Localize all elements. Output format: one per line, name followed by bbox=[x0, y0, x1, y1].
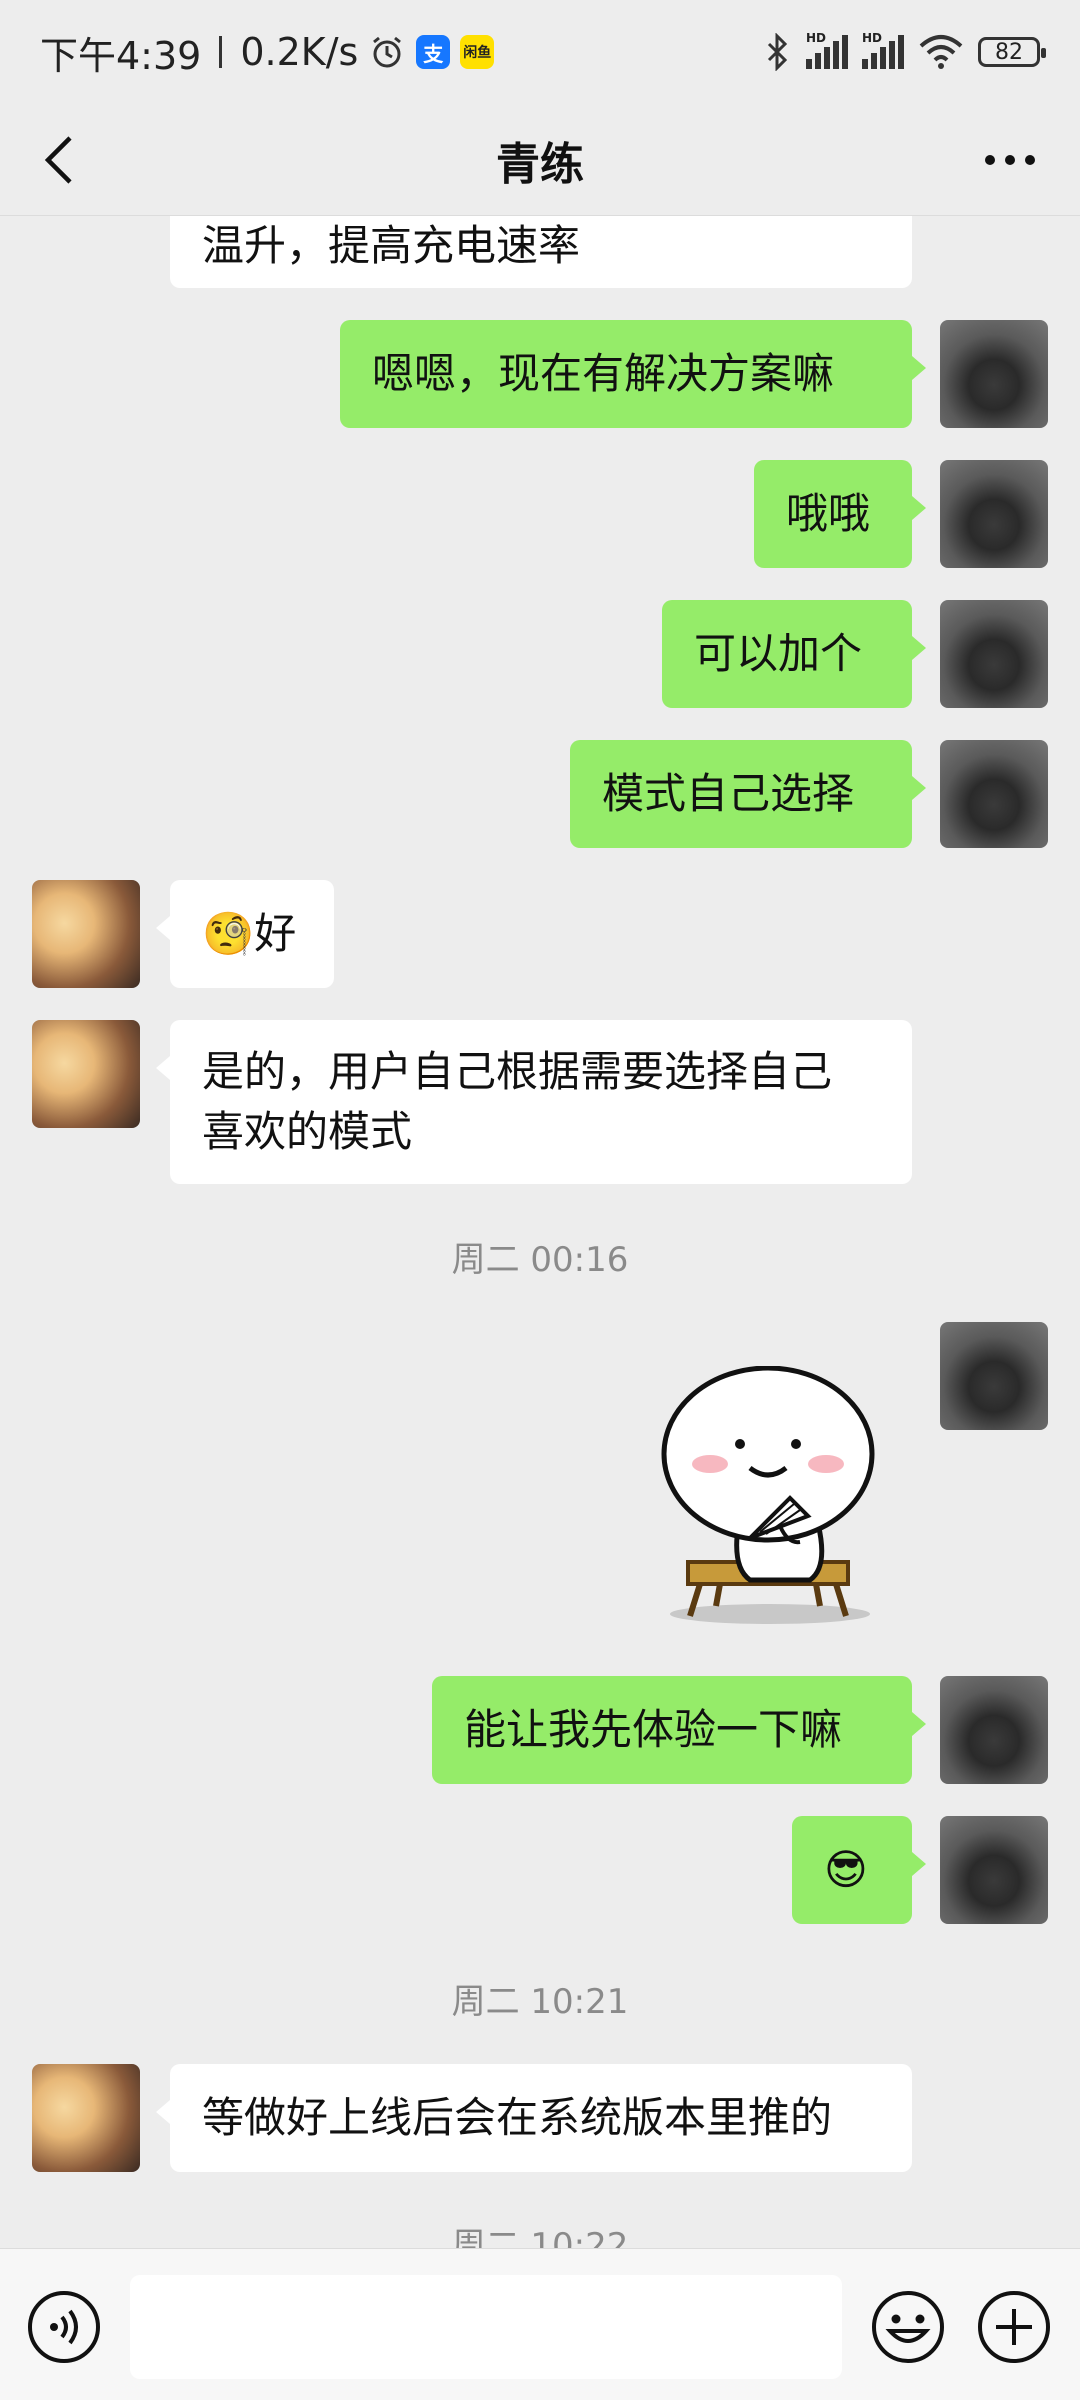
chat-title: 青练 bbox=[496, 138, 584, 190]
message-text: 可以加个 bbox=[694, 629, 863, 678]
message-bubble-sent[interactable]: 哦哦 bbox=[754, 460, 926, 568]
thinking-face-emoji: 🧐 bbox=[202, 909, 255, 958]
message-text: 嗯嗯，现在有解决方案嘛 bbox=[372, 349, 835, 398]
my-avatar[interactable] bbox=[940, 1816, 1048, 1924]
net-speed: 0.2K/s bbox=[240, 30, 359, 74]
alipay-icon: 支 bbox=[416, 35, 451, 69]
my-avatar[interactable] bbox=[940, 460, 1048, 568]
message-text: 温升，提高充电速率 bbox=[202, 221, 581, 270]
message-bubble-sent[interactable]: 能让我先体验一下嘛 bbox=[432, 1676, 926, 1784]
status-bar: 下午4:39 0.2K/s 支 闲鱼 HD HD 82 bbox=[0, 0, 1080, 104]
my-avatar[interactable] bbox=[940, 740, 1048, 848]
message-text: 好 bbox=[254, 909, 297, 958]
message-bubble-sent[interactable]: 模式自己选择 bbox=[570, 740, 926, 848]
plus-button[interactable] bbox=[976, 2289, 1052, 2365]
battery-icon: 82 bbox=[978, 37, 1046, 67]
my-avatar[interactable] bbox=[940, 320, 1048, 428]
signal-icon-sim2: HD bbox=[862, 31, 904, 69]
my-avatar[interactable] bbox=[940, 600, 1048, 708]
message-bubble-received[interactable]: 🧐好 bbox=[156, 880, 334, 988]
message-bubble-received[interactable]: 是的，用户自己根据需要选择自己 喜欢的模式 bbox=[156, 1020, 912, 1184]
hd-label: HD bbox=[862, 31, 883, 45]
more-button[interactable] bbox=[970, 130, 1050, 190]
chat-messages[interactable]: 温升，提高充电速率 嗯嗯，现在有解决方案嘛 哦哦 可以加个 模式自己选择 🧐好 … bbox=[0, 216, 1080, 2248]
message-text: 模式自己选择 bbox=[602, 769, 855, 818]
signal-icon-sim1: HD bbox=[806, 31, 848, 69]
message-text-line: 喜欢的模式 bbox=[202, 1107, 413, 1156]
back-button[interactable] bbox=[30, 130, 90, 190]
message-text: 能让我先体验一下嘛 bbox=[464, 1705, 843, 1754]
message-text: 等做好上线后会在系统版本里推的 bbox=[202, 2093, 833, 2142]
input-bar bbox=[0, 2248, 1080, 2400]
voice-button[interactable] bbox=[26, 2289, 102, 2365]
message-bubble-sent[interactable]: 可以加个 bbox=[662, 600, 926, 708]
message-bubble-received[interactable]: 等做好上线后会在系统版本里推的 bbox=[156, 2064, 912, 2172]
wifi-icon bbox=[919, 35, 963, 69]
emoji-button[interactable] bbox=[870, 2289, 946, 2365]
status-time: 下午4:39 bbox=[40, 33, 202, 78]
message-text: 哦哦 bbox=[786, 489, 871, 538]
status-separator bbox=[219, 36, 223, 68]
hd-label: HD bbox=[806, 31, 827, 45]
contact-avatar[interactable] bbox=[32, 2064, 140, 2172]
message-bubble-sent[interactable]: 嗯嗯，现在有解决方案嘛 bbox=[340, 320, 926, 428]
voice-icon bbox=[28, 2291, 100, 2363]
bluetooth-icon bbox=[767, 33, 788, 71]
more-dots-icon bbox=[985, 155, 1035, 165]
fan-on-bench-sticker[interactable] bbox=[640, 1365, 900, 1626]
my-avatar[interactable] bbox=[940, 1322, 1048, 1430]
emoji-face-icon bbox=[872, 2291, 944, 2363]
alarm-icon bbox=[373, 36, 402, 68]
xianyu-icon: 闲鱼 bbox=[460, 35, 495, 69]
timestamp: 周二 10:22 bbox=[451, 2226, 629, 2248]
message-bubble-received[interactable]: 温升，提高充电速率 bbox=[170, 216, 912, 288]
sticker-image bbox=[661, 1365, 875, 1624]
contact-avatar[interactable] bbox=[32, 880, 140, 988]
timestamp: 周二 00:16 bbox=[451, 1240, 629, 1280]
timestamp: 周二 10:21 bbox=[451, 1982, 629, 2022]
my-avatar[interactable] bbox=[940, 1676, 1048, 1784]
contact-avatar[interactable] bbox=[32, 1020, 140, 1128]
chat-header: 青练 bbox=[0, 104, 1080, 216]
chevron-left-icon bbox=[44, 136, 72, 184]
message-bubble-sent[interactable]: 😎 bbox=[792, 1816, 926, 1924]
message-input[interactable] bbox=[130, 2275, 842, 2379]
sunglasses-emoji: 😎 bbox=[824, 1845, 868, 1894]
message-text-line: 是的，用户自己根据需要选择自己 bbox=[202, 1047, 833, 1096]
plus-icon bbox=[978, 2291, 1050, 2363]
